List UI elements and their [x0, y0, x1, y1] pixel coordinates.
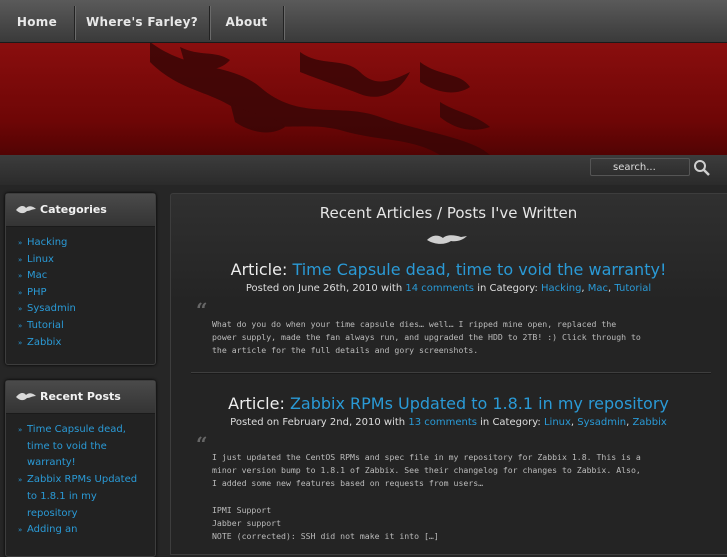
bullet-icon: » — [18, 321, 23, 330]
category-link[interactable]: Sysadmin — [577, 417, 626, 428]
header-banner — [0, 42, 727, 155]
bullet-icon: » — [18, 272, 23, 281]
search-input[interactable] — [590, 158, 690, 176]
bullet-icon: » — [18, 305, 23, 314]
bullet-icon: » — [18, 526, 23, 535]
article-title: Article: Zabbix RPMs Updated to 1.8.1 in… — [171, 394, 726, 413]
recent-post-list: » Time Capsule dead, time to void the war… — [6, 414, 155, 539]
category-item[interactable]: » Mac — [18, 268, 155, 285]
category-link[interactable]: PHP — [27, 287, 47, 298]
recent-post-link[interactable]: Adding an — [27, 524, 77, 535]
category-label: in Category: — [480, 417, 541, 428]
nav-separator — [283, 6, 284, 40]
quote-icon: “ — [196, 432, 208, 456]
search-icon[interactable] — [693, 159, 711, 177]
article-excerpt: I just updated the CentOS RPMs and spec … — [212, 452, 641, 542]
top-navigation: Home Where's Farley? About — [0, 0, 727, 43]
category-link[interactable]: Sysadmin — [27, 303, 76, 314]
recent-post-link[interactable]: Zabbix RPMs Updated to 1.8.1 in my repos… — [27, 474, 137, 518]
dragon-icon — [16, 205, 36, 214]
recent-post-item[interactable]: » Zabbix RPMs Updated to 1.8.1 in my repo… — [18, 472, 145, 522]
article-meta: Posted on February 2nd, 2010 with 13 com… — [230, 417, 667, 428]
category-item[interactable]: » Linux — [18, 252, 155, 269]
categories-heading: Categories — [6, 194, 155, 227]
nav-home[interactable]: Home — [0, 0, 74, 42]
bullet-icon: » — [18, 476, 23, 485]
category-link[interactable]: Hacking — [27, 237, 67, 248]
category-link[interactable]: Zabbix — [27, 337, 61, 348]
category-link[interactable]: Tutorial — [27, 320, 64, 331]
nav-wheres-farley[interactable]: Where's Farley? — [75, 0, 209, 42]
article-divider — [191, 372, 711, 373]
category-link[interactable]: Mac — [588, 283, 608, 294]
category-item[interactable]: » Sysadmin — [18, 301, 155, 318]
category-link[interactable]: Zabbix — [632, 417, 666, 428]
bullet-icon: » — [18, 239, 23, 247]
dragon-ornament-icon — [427, 235, 467, 244]
category-item[interactable]: » PHP — [18, 285, 155, 302]
article-prefix: Article: — [228, 394, 285, 413]
page-title: Recent Articles / Posts I've Written — [319, 204, 578, 222]
quote-icon: “ — [196, 298, 208, 322]
bullet-icon: » — [18, 338, 23, 347]
categories-widget: Categories » Hacking » Linux » Mac » PHP » Sy… — [5, 193, 156, 365]
category-link[interactable]: Tutorial — [614, 283, 651, 294]
recent-posts-title: Recent Posts — [40, 390, 121, 403]
article-title-link[interactable]: Zabbix RPMs Updated to 1.8.1 in my repos… — [290, 394, 669, 413]
category-label: in Category: — [477, 283, 538, 294]
article-title-link[interactable]: Time Capsule dead, time to void the warr… — [292, 260, 666, 279]
recent-post-item[interactable]: » Time Capsule dead, time to void the war… — [18, 422, 145, 472]
category-list: » Hacking » Linux » Mac » PHP » Sysadmin » Tut… — [6, 227, 155, 351]
nav-about[interactable]: About — [210, 0, 283, 42]
article-excerpt: What do you do when your time capsule di… — [212, 319, 641, 356]
comments-link[interactable]: 14 comments — [405, 283, 474, 294]
category-item[interactable]: » Tutorial — [18, 318, 155, 335]
category-item[interactable]: » Zabbix — [18, 335, 155, 352]
category-link[interactable]: Linux — [27, 254, 54, 265]
comments-link[interactable]: 13 comments — [408, 417, 477, 428]
posted-date: Posted on February 2nd, 2010 with — [230, 417, 406, 428]
article-meta: Posted on June 26th, 2010 with 14 commen… — [245, 283, 652, 294]
categories-title: Categories — [40, 203, 107, 216]
recent-post-item[interactable]: » Adding an — [18, 522, 145, 539]
bullet-icon: » — [18, 426, 23, 434]
posted-date: Posted on June 26th, 2010 with — [245, 283, 403, 294]
category-link[interactable]: Mac — [27, 270, 47, 281]
dragon-artwork — [150, 42, 490, 155]
main-content: Recent Articles / Posts I've Written Art… — [170, 193, 727, 555]
category-link[interactable]: Linux — [544, 417, 571, 428]
bullet-icon: » — [18, 288, 23, 297]
category-item[interactable]: » Hacking — [18, 235, 155, 252]
category-link[interactable]: Hacking — [541, 283, 581, 294]
dragon-icon — [16, 392, 36, 401]
recent-posts-heading: Recent Posts — [6, 381, 155, 414]
recent-posts-widget: Recent Posts » Time Capsule dead, time to… — [5, 380, 156, 557]
recent-post-link[interactable]: Time Capsule dead, time to void the warr… — [27, 424, 126, 468]
article-prefix: Article: — [230, 260, 288, 279]
article-title: Article: Time Capsule dead, time to void… — [171, 260, 726, 279]
bullet-icon: » — [18, 255, 23, 264]
